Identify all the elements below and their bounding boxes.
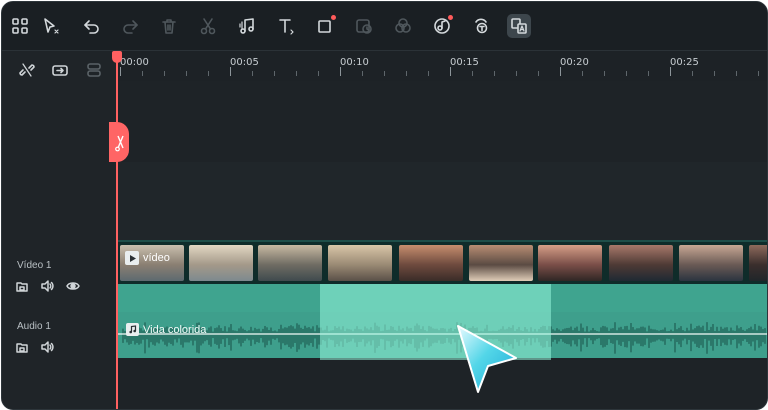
ruler-tick (560, 67, 561, 76)
track-header-panel: Vídeo 1 Audio 1 (2, 51, 117, 409)
translate-icon[interactable] (507, 14, 531, 38)
ruler-tick (670, 67, 671, 76)
video-thumbnail (679, 245, 743, 281)
ruler-time-label: 00:20 (560, 57, 589, 68)
ruler-tick (648, 71, 649, 76)
speaker-icon[interactable] (40, 279, 54, 293)
ruler-tick (428, 71, 429, 76)
ruler-tick (538, 71, 539, 76)
toolbar (2, 2, 767, 51)
ruler-tick (758, 71, 759, 76)
video-thumbnail (328, 245, 392, 281)
ruler-tick (164, 71, 165, 76)
video-thumbnail (749, 245, 767, 281)
ai-audio-icon[interactable] (430, 14, 454, 38)
ruler-tick (274, 71, 275, 76)
grid-layout-icon[interactable] (8, 14, 32, 38)
link-clip-icon[interactable] (49, 59, 71, 81)
audio-track-name: Audio 1 (17, 321, 51, 332)
video-thumbnail (258, 245, 322, 281)
ruler-tick (736, 71, 737, 76)
crop-icon[interactable] (313, 14, 337, 38)
empty-track-lane (117, 162, 767, 240)
ruler-time-label: 00:25 (670, 57, 699, 68)
video-track-name: Vídeo 1 (17, 260, 52, 271)
ruler-tick (384, 71, 385, 76)
video-editor-timeline: Vídeo 1 Audio 1 00:00 00:05 00:10 00:15 00:2… (1, 1, 768, 410)
ruler-tick (340, 67, 341, 76)
speed-icon[interactable] (352, 14, 376, 38)
redo-icon[interactable] (118, 14, 142, 38)
ruler-tick (626, 71, 627, 76)
ruler-tick (120, 67, 121, 76)
playhead-split-handle[interactable] (109, 122, 129, 162)
audio-music-icon[interactable] (235, 14, 259, 38)
text-icon[interactable] (274, 14, 298, 38)
video-thumbnail (189, 245, 253, 281)
video-clip-title: vídeo (143, 252, 170, 264)
ruler-time-label: 00:05 (230, 57, 259, 68)
folder-lock-icon[interactable] (15, 340, 29, 354)
folder-lock-icon[interactable] (15, 279, 29, 293)
ruler-tick (472, 71, 473, 76)
playhead-marker[interactable] (112, 51, 122, 63)
ruler-tick (208, 71, 209, 76)
audio-clip-label: Vida colorida (126, 323, 206, 336)
group-icon[interactable] (83, 59, 105, 81)
ruler-tick (406, 71, 407, 76)
text-to-speech-icon[interactable] (469, 14, 493, 38)
ruler-time-label: 00:15 (450, 57, 479, 68)
ruler-tick (252, 71, 253, 76)
video-clip-label: vídeo (125, 251, 170, 265)
video-thumbnail (609, 245, 673, 281)
video-thumbnail (399, 245, 463, 281)
speaker-icon[interactable] (40, 340, 54, 354)
mouse-cursor-icon (450, 320, 522, 396)
ruler-tick (494, 71, 495, 76)
timeline-ruler[interactable]: 00:00 00:05 00:10 00:15 00:20 00:25 (117, 51, 767, 81)
audio-track-header: Audio 1 (2, 313, 116, 363)
music-note-icon (126, 323, 139, 336)
unlink-icon[interactable] (16, 59, 38, 81)
video-track-header: Vídeo 1 (2, 251, 116, 309)
video-thumbnail (538, 245, 602, 281)
delete-icon[interactable] (157, 14, 181, 38)
ruler-tick (582, 71, 583, 76)
ruler-tick (604, 71, 605, 76)
audio-clip-title: Vida colorida (143, 323, 207, 336)
playhead-line[interactable] (116, 51, 118, 409)
video-thumbnail (469, 245, 533, 281)
ruler-tick (318, 71, 319, 76)
ruler-tick (142, 71, 143, 76)
ruler-tick (296, 71, 297, 76)
ruler-tick (186, 71, 187, 76)
undo-icon[interactable] (80, 14, 104, 38)
play-icon (125, 251, 139, 265)
select-pointer-icon[interactable] (39, 14, 63, 38)
ruler-tick (516, 71, 517, 76)
ruler-time-label: 00:00 (120, 57, 149, 68)
ruler-tick (714, 71, 715, 76)
ruler-tick (230, 67, 231, 76)
ruler-tick (692, 71, 693, 76)
ruler-tick (362, 71, 363, 76)
scissors-icon[interactable] (196, 14, 220, 38)
ruler-time-label: 00:10 (340, 57, 369, 68)
eye-icon[interactable] (66, 279, 80, 293)
ruler-tick (450, 67, 451, 76)
color-icon[interactable] (391, 14, 415, 38)
video-clip[interactable]: vídeo (117, 240, 767, 288)
